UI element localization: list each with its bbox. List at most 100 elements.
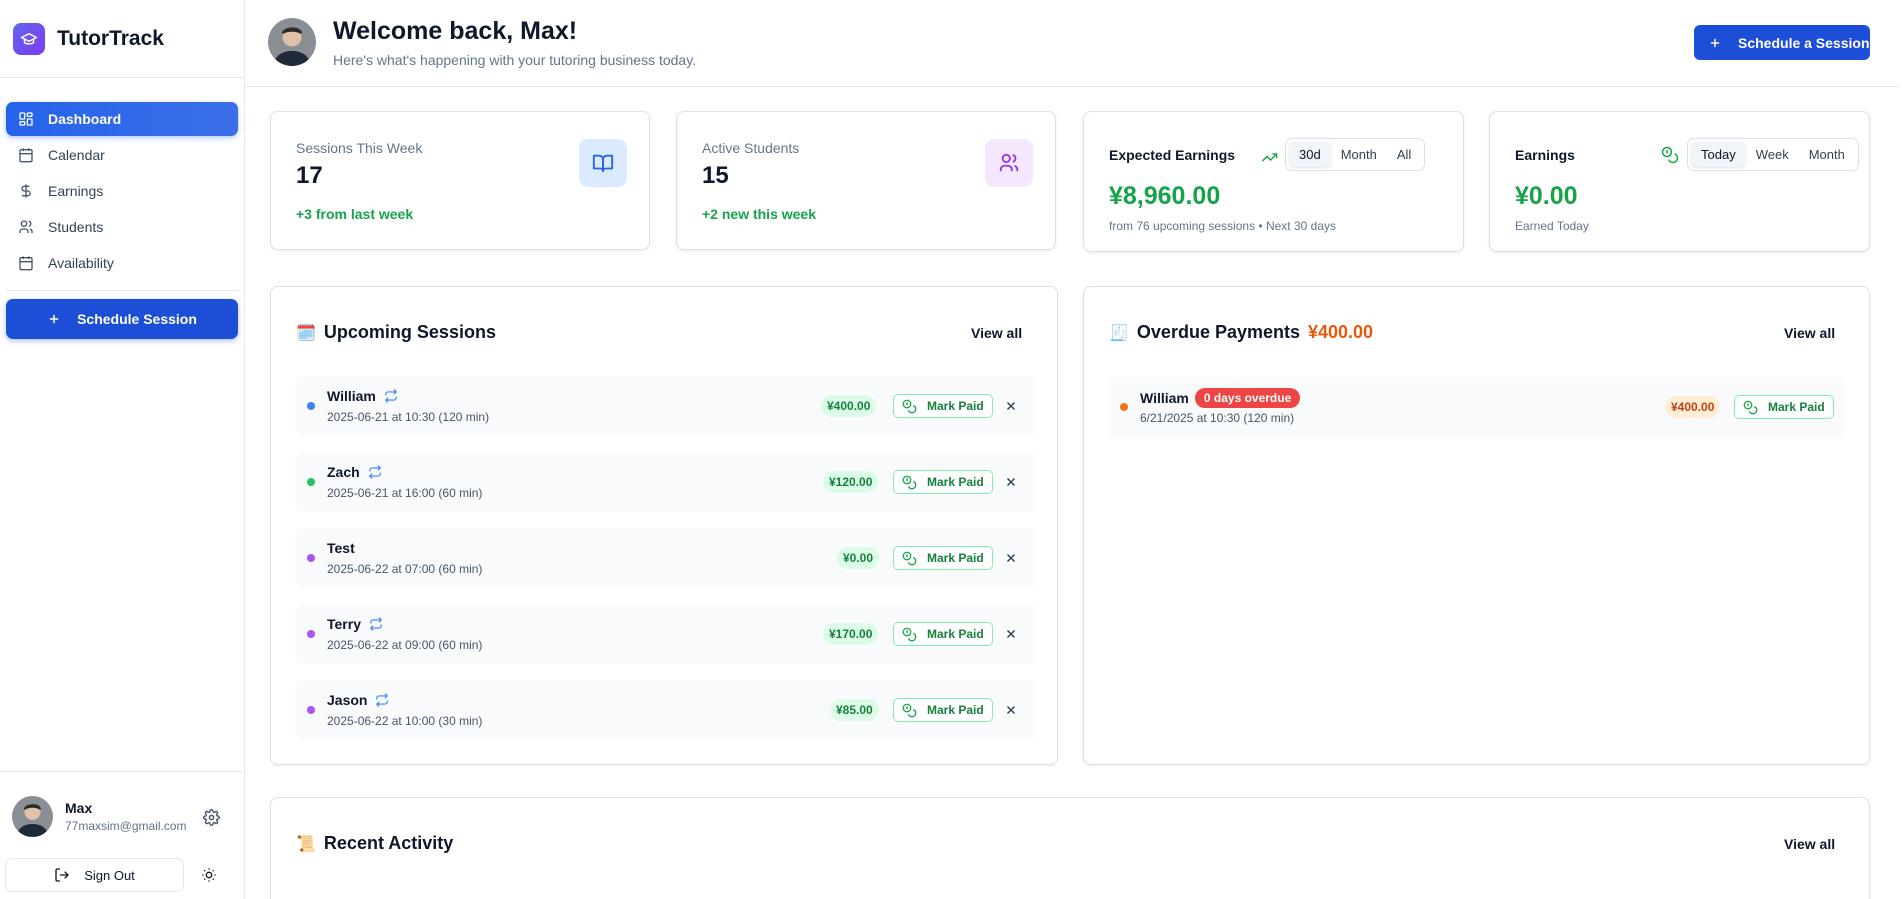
tab-month[interactable]: Month xyxy=(1331,142,1387,167)
coins-icon xyxy=(902,703,917,717)
theme-toggle[interactable] xyxy=(201,867,217,888)
stat-label: Active Students xyxy=(702,140,800,156)
card-title: Expected Earnings xyxy=(1109,147,1236,163)
calendar-icon xyxy=(19,148,33,163)
sidebar-footer: Max 77maxsim@gmail.com Sign Out xyxy=(0,771,244,899)
status-dot xyxy=(307,478,315,486)
overdue-row[interactable]: William 0 days overdue 6/21/2025 at 10:3… xyxy=(1108,377,1845,437)
status-dot xyxy=(307,554,315,562)
log-out-icon xyxy=(55,868,70,882)
session-row[interactable]: William 2025-06-21 at 10:30 (120 min) ¥4… xyxy=(295,376,1036,436)
period-toggle: Today Week Month xyxy=(1687,138,1859,171)
overdue-payments-panel: 🧾 Overdue Payments ¥400.00 View all Will… xyxy=(1083,286,1870,765)
range-toggle: 30d Month All xyxy=(1285,138,1426,171)
session-time: 2025-06-22 at 09:00 (60 min) xyxy=(327,638,483,652)
settings-button[interactable] xyxy=(203,809,220,831)
student-name: Jason xyxy=(327,692,368,708)
session-row[interactable]: Jason 2025-06-22 at 10:00 (30 min) ¥85.0… xyxy=(295,680,1036,740)
stat-delta: +3 from last week xyxy=(296,206,414,222)
mark-paid-label: Mark Paid xyxy=(1768,400,1825,414)
amount-badge: ¥170.00 xyxy=(823,623,879,645)
close-icon[interactable] xyxy=(1004,703,1018,717)
close-icon[interactable] xyxy=(1004,399,1018,413)
close-icon[interactable] xyxy=(1004,551,1018,565)
sidebar-item-availability[interactable]: Availability xyxy=(6,246,238,280)
mark-paid-button[interactable]: Mark Paid xyxy=(893,622,993,646)
amount-badge: ¥400.00 xyxy=(821,395,877,417)
tab-week[interactable]: Week xyxy=(1746,142,1799,167)
scroll-icon: 📜 xyxy=(296,835,316,853)
dashboard-icon xyxy=(19,112,33,126)
graduation-cap-icon xyxy=(13,22,45,55)
expected-earnings-value: ¥8,960.00 xyxy=(1109,182,1221,210)
earnings-value: ¥0.00 xyxy=(1515,182,1578,210)
mark-paid-button[interactable]: Mark Paid xyxy=(1734,395,1834,419)
tab-30d[interactable]: 30d xyxy=(1289,142,1331,167)
amount-badge: ¥400.00 xyxy=(1665,396,1721,418)
session-time: 2025-06-21 at 10:30 (120 min) xyxy=(327,410,490,424)
session-row[interactable]: Terry 2025-06-22 at 09:00 (60 min) ¥170.… xyxy=(295,604,1036,664)
trending-up-icon xyxy=(1261,153,1278,162)
student-name: William xyxy=(327,388,376,404)
book-icon xyxy=(579,139,627,187)
session-row[interactable]: Test 2025-06-22 at 07:00 (60 min) ¥0.00 … xyxy=(295,528,1036,588)
sidebar-item-dashboard[interactable]: Dashboard xyxy=(6,102,238,136)
tab-today[interactable]: Today xyxy=(1691,142,1746,167)
close-icon[interactable] xyxy=(1004,627,1018,641)
schedule-a-session-button[interactable]: Schedule a Session xyxy=(1694,25,1870,60)
coins-icon xyxy=(902,399,917,413)
page-header: Welcome back, Max! Here's what's happeni… xyxy=(245,0,1898,87)
close-icon[interactable] xyxy=(1004,475,1018,489)
sidebar-item-calendar[interactable]: Calendar xyxy=(6,138,238,172)
session-time: 2025-06-22 at 07:00 (60 min) xyxy=(327,562,483,576)
sidebar-item-earnings[interactable]: Earnings xyxy=(6,174,238,208)
view-all-activity-link[interactable]: View all xyxy=(1784,836,1835,852)
recent-activity-title: Recent Activity xyxy=(323,833,454,853)
mark-paid-button[interactable]: Mark Paid xyxy=(893,546,993,570)
stat-value: 15 xyxy=(702,162,729,189)
receipt-icon: 🧾 xyxy=(1109,324,1129,342)
student-name: Zach xyxy=(327,464,360,480)
mark-paid-button[interactable]: Mark Paid xyxy=(893,698,993,722)
mark-paid-button[interactable]: Mark Paid xyxy=(893,470,993,494)
panel-title: 🗓️ Upcoming Sessions xyxy=(296,322,496,343)
tab-all[interactable]: All xyxy=(1387,142,1421,167)
view-all-sessions-link[interactable]: View all xyxy=(971,325,1022,341)
session-time: 2025-06-22 at 10:00 (30 min) xyxy=(327,714,483,728)
coins-icon xyxy=(1661,146,1679,164)
repeat-icon xyxy=(376,693,389,707)
gear-icon xyxy=(203,809,220,826)
mark-paid-label: Mark Paid xyxy=(927,399,984,413)
calendar-icon: 🗓️ xyxy=(296,324,316,342)
status-dot xyxy=(307,706,315,714)
user-profile[interactable]: Max 77maxsim@gmail.com xyxy=(12,796,187,837)
sign-out-button[interactable]: Sign Out xyxy=(5,858,184,892)
tab-month[interactable]: Month xyxy=(1799,142,1855,167)
upcoming-sessions-title: Upcoming Sessions xyxy=(323,322,496,342)
repeat-icon xyxy=(368,465,381,479)
student-name: William xyxy=(1140,390,1189,406)
status-dot xyxy=(307,402,315,410)
view-all-overdue-link[interactable]: View all xyxy=(1784,325,1835,341)
mark-paid-button[interactable]: Mark Paid xyxy=(893,394,993,418)
page-title: Welcome back, Max! xyxy=(333,17,578,45)
panel-title: 📜 Recent Activity xyxy=(296,833,453,854)
mark-paid-label: Mark Paid xyxy=(927,475,984,489)
dollar-icon xyxy=(21,184,31,198)
expected-earnings-card: Expected Earnings 30d Month All ¥8,960.0… xyxy=(1083,111,1464,252)
plus-icon xyxy=(1710,38,1720,47)
users-icon xyxy=(985,139,1033,187)
sidebar-item-students[interactable]: Students xyxy=(6,210,238,244)
session-row[interactable]: Zach 2025-06-21 at 16:00 (60 min) ¥120.0… xyxy=(295,452,1036,512)
session-name-wrap: Zach xyxy=(327,464,382,480)
session-name-wrap: Test xyxy=(327,540,355,556)
stat-delta: +2 new this week xyxy=(702,206,816,222)
brand[interactable]: TutorTrack xyxy=(0,0,244,78)
student-name: Test xyxy=(327,540,355,556)
sun-icon xyxy=(202,868,216,882)
schedule-session-label: Schedule Session xyxy=(77,311,197,327)
stat-value: 17 xyxy=(296,162,323,189)
schedule-session-button[interactable]: Schedule Session xyxy=(6,299,238,339)
divider xyxy=(6,290,238,291)
page-subtitle: Here's what's happening with your tutori… xyxy=(333,52,697,68)
